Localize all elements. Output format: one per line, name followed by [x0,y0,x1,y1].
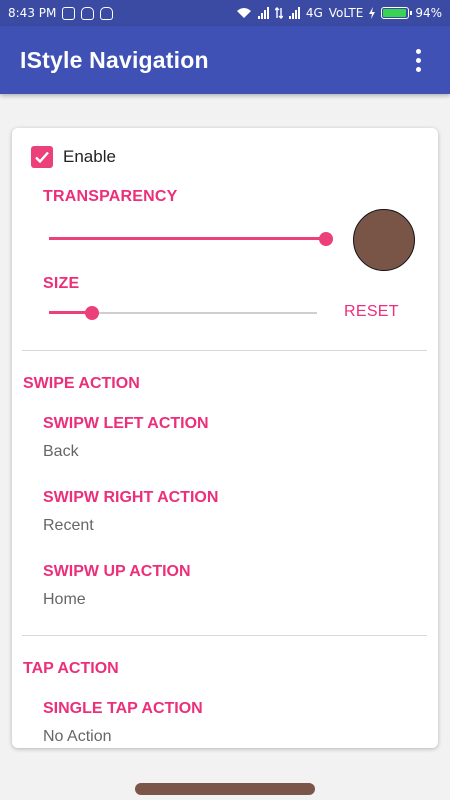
signal-icon [257,7,269,19]
slider-thumb[interactable] [84,306,99,320]
transparency-slider[interactable] [49,231,333,247]
battery-icon [381,7,413,19]
enable-checkbox[interactable] [31,146,53,168]
home-indicator[interactable] [135,783,315,795]
charging-icon [369,7,376,19]
battery-level-fill [383,9,406,17]
pref-value: Home [43,591,86,608]
status-time: 8:43 PM [8,6,57,20]
color-preview-swatch[interactable] [353,209,415,271]
size-slider[interactable] [49,305,317,321]
status-left: 8:43 PM [8,6,114,20]
volte-label: VoLTE [328,6,364,20]
wifi-icon [236,8,251,18]
android-icon [81,6,95,20]
transparency-label: TRANSPARENCY [43,188,178,205]
size-label: SIZE [43,275,80,292]
signal-icon-2 [288,7,300,19]
app-title: IStyle Navigation [20,46,209,73]
pref-title: SWIPW UP ACTION [43,563,191,580]
status-right: 4G VoLTE 94% [236,6,442,20]
battery-percent: 94% [415,6,442,20]
data-transfer-icon [274,7,283,19]
pref-value: Recent [43,517,94,534]
divider [22,635,427,636]
pref-value: Back [43,443,79,460]
check-icon [35,151,49,164]
tap-section-title: TAP ACTION [23,660,119,677]
divider [22,350,427,351]
pref-title: SINGLE TAP ACTION [43,700,203,717]
swipe-section-title: SWIPE ACTION [23,375,140,392]
usb-icon [62,6,76,20]
status-bar: 8:43 PM 4G VoLTE 94% [0,0,450,26]
pref-title: SWIPW LEFT ACTION [43,415,209,432]
settings-card: Enable TRANSPARENCY SIZE RESET SWIPE ACT… [12,128,438,748]
pref-value: No Action [43,728,112,745]
app-bar: IStyle Navigation [0,26,450,94]
network-type: 4G [305,6,323,20]
reset-button[interactable]: RESET [344,303,399,321]
pref-title: SWIPW RIGHT ACTION [43,489,219,506]
enable-label: Enable [63,147,116,166]
enable-row[interactable]: Enable [31,146,116,168]
android-icon-2 [100,6,114,20]
slider-track-fill [49,237,326,240]
more-vert-icon[interactable] [406,40,430,80]
slider-thumb[interactable] [319,232,333,246]
